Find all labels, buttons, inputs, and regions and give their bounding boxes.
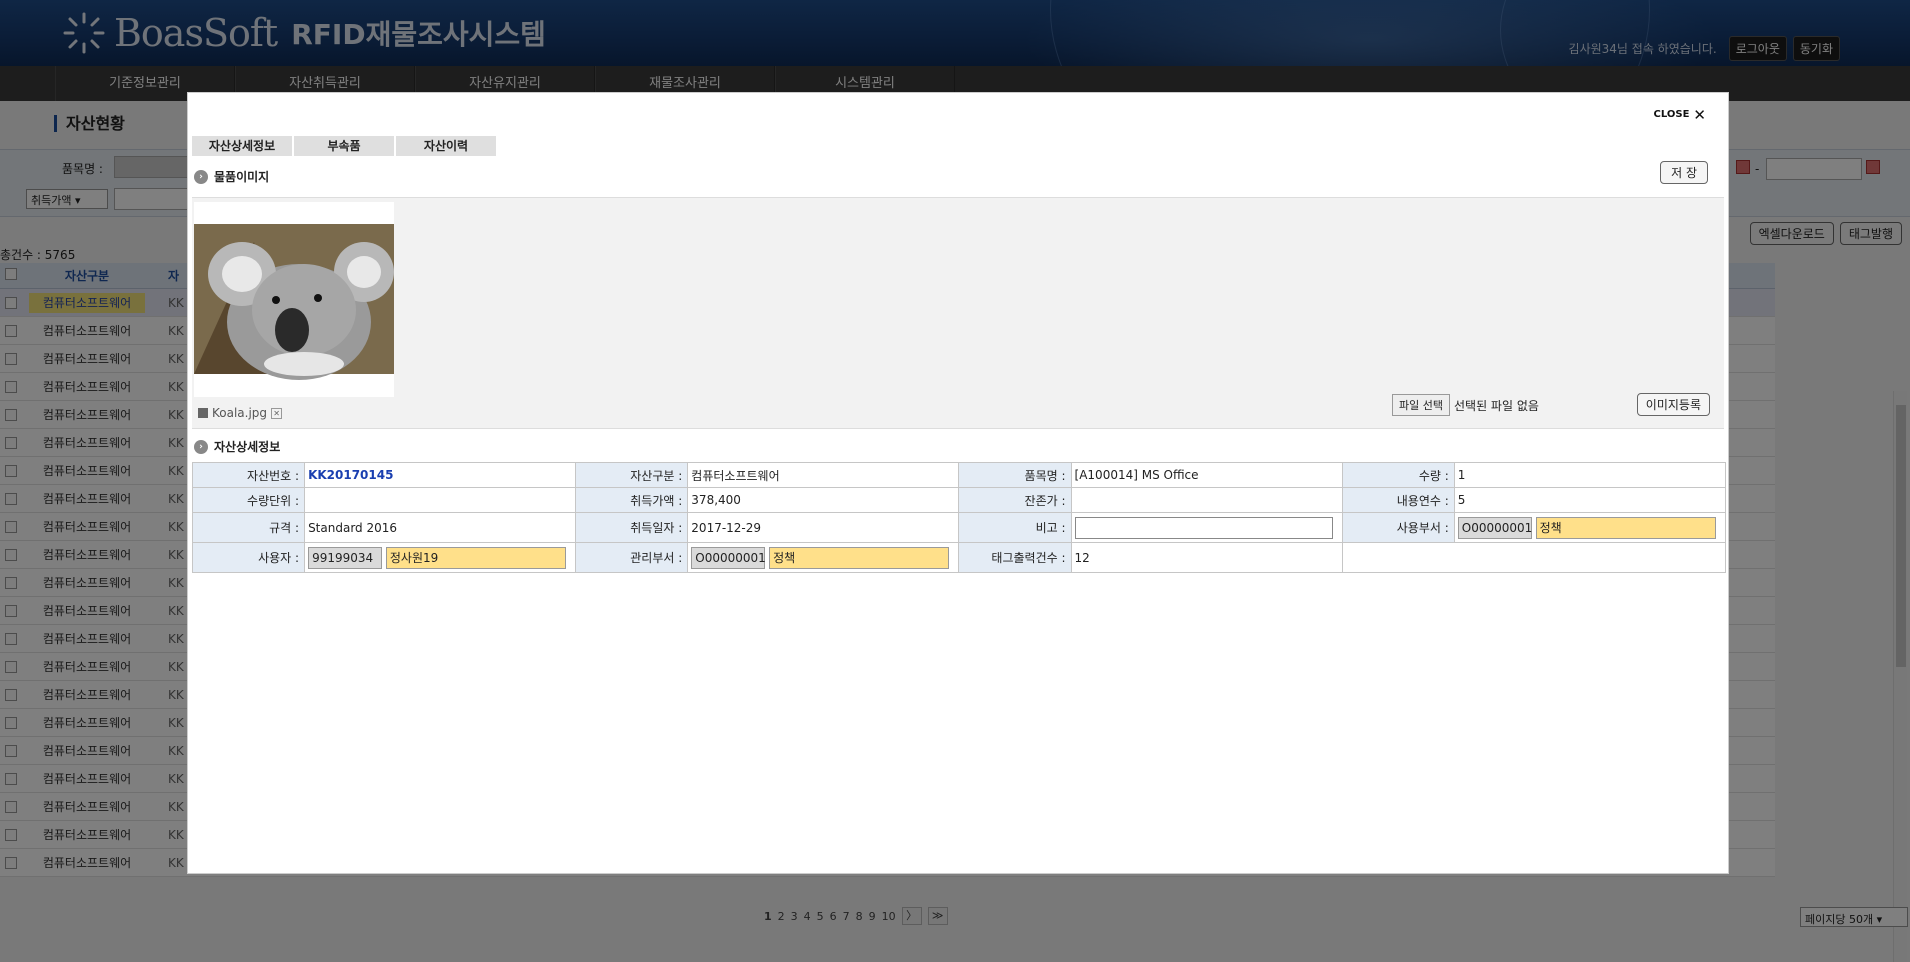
tag-count-label: 태그출력건수 : [958, 542, 1072, 573]
tab-accessories[interactable]: 부속품 [294, 136, 394, 156]
asset-type-label: 자산구분 : [575, 462, 689, 488]
quantity-value: 1 [1453, 462, 1727, 488]
asset-no-value: KK20170145 [308, 468, 394, 482]
unit-value [304, 487, 577, 513]
item-name-value: [A100014] MS Office [1070, 462, 1343, 488]
image-section-label: 물품이미지 [214, 170, 270, 184]
file-name-text: Koala.jpg [212, 406, 268, 420]
no-file-text: 선택된 파일 없음 [1453, 398, 1539, 413]
modal-tabs: 자산상세정보 부속품 자산이력 [192, 136, 496, 156]
useful-life-value: 5 [1453, 487, 1727, 513]
chevron-right-icon: › [194, 169, 208, 184]
acq-date-value: 2017-12-29 [687, 512, 960, 543]
user-name-field[interactable]: 정사원19 [385, 546, 566, 569]
close-label: CLOSE [1653, 109, 1690, 120]
image-file-name: Koala.jpg ✕ [198, 406, 283, 420]
quantity-label: 수량 : [1341, 462, 1455, 488]
note-input[interactable] [1074, 516, 1333, 539]
use-dept-label: 사용부서 : [1341, 512, 1455, 543]
item-name-label: 품목명 : [958, 462, 1072, 488]
asset-detail-table: 자산번호 : KK20170145 자산구분 : 컴퓨터소프트웨어 품목명 : … [191, 462, 1727, 573]
file-upload-row: 파일 선택 선택된 파일 없음 [1392, 394, 1539, 416]
note-label: 비고 : [958, 512, 1072, 543]
mgmt-dept-label: 관리부서 : [575, 542, 689, 573]
close-icon: ✕ [1693, 105, 1706, 124]
acq-price-label: 취득가액 : [575, 487, 689, 513]
user-label: 사용자 : [191, 542, 306, 573]
delete-image-icon[interactable]: ✕ [271, 407, 283, 419]
spec-value: Standard 2016 [304, 512, 577, 543]
asset-detail-modal: CLOSE ✕ 자산상세정보 부속품 자산이력 › 물품이미지 저 장 Koal… [187, 92, 1729, 874]
image-section-title: › 물품이미지 [194, 168, 269, 185]
detail-section-title: › 자산상세정보 [194, 438, 280, 455]
detail-section-label: 자산상세정보 [214, 440, 281, 454]
use-dept-name-field[interactable]: 정책 [1535, 516, 1716, 539]
acq-date-label: 취득일자 : [575, 512, 689, 543]
tab-asset-history[interactable]: 자산이력 [396, 136, 496, 156]
residual-value [1070, 487, 1343, 513]
use-dept-code-field[interactable]: O00000001 [1457, 516, 1532, 539]
empty-cell [1341, 542, 1727, 573]
tag-count-value: 12 [1070, 542, 1343, 573]
user-code-field[interactable]: 99199034 [308, 546, 383, 569]
file-icon [198, 408, 208, 418]
image-panel: Koala.jpg ✕ 파일 선택 선택된 파일 없음 이미지등록 [192, 197, 1724, 429]
unit-label: 수량단위 : [191, 487, 306, 513]
spec-label: 규격 : [191, 512, 306, 543]
close-button[interactable]: CLOSE ✕ [1653, 105, 1706, 124]
mgmt-dept-name-field[interactable]: 정책 [769, 546, 950, 569]
mgmt-dept-code-field[interactable]: O00000001 [691, 546, 766, 569]
useful-life-label: 내용연수 : [1341, 487, 1455, 513]
save-button[interactable]: 저 장 [1660, 161, 1708, 184]
koala-photo [194, 202, 394, 397]
file-select-button[interactable]: 파일 선택 [1392, 394, 1450, 416]
residual-label: 잔존가 : [958, 487, 1072, 513]
asset-no-label: 자산번호 : [191, 462, 306, 488]
tab-asset-detail[interactable]: 자산상세정보 [192, 136, 292, 156]
asset-type-value: 컴퓨터소프트웨어 [687, 462, 960, 488]
chevron-right-icon: › [194, 439, 208, 454]
image-register-button[interactable]: 이미지등록 [1636, 393, 1710, 416]
acq-price-value: 378,400 [687, 487, 960, 513]
